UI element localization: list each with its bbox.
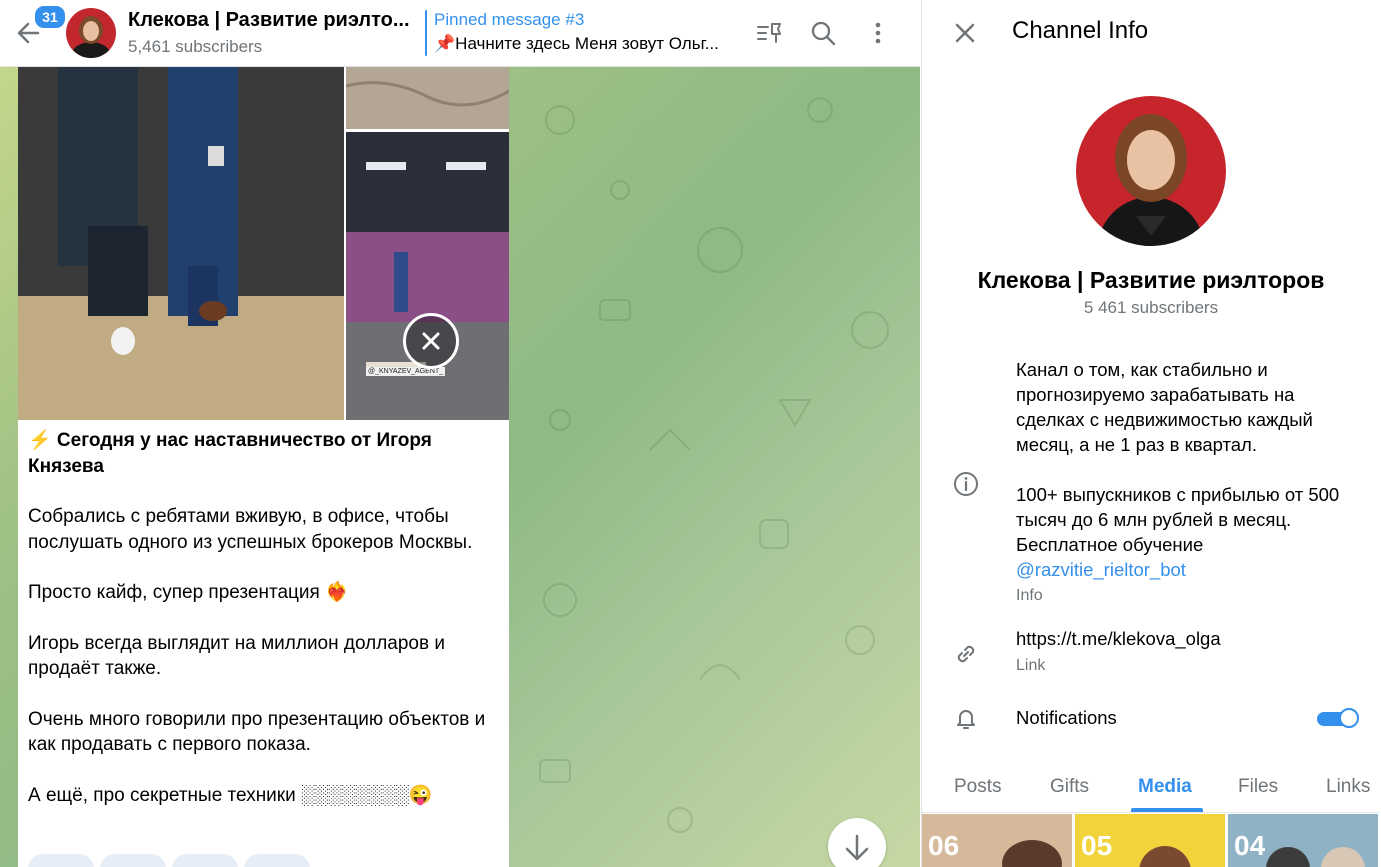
avatar-photo xyxy=(66,8,116,58)
panel-title: Channel Info xyxy=(1012,17,1149,44)
close-panel-button[interactable] xyxy=(950,18,980,48)
subscriber-count: 5,461 subscribers xyxy=(128,37,263,56)
thumbnail-number: 04 xyxy=(1234,830,1266,861)
media-thumbnail[interactable]: 05 xyxy=(1075,814,1225,867)
more-vertical-icon xyxy=(875,22,881,44)
reaction-chip[interactable] xyxy=(244,854,310,867)
link-label: Link xyxy=(1016,657,1046,674)
search-button[interactable] xyxy=(808,18,838,48)
photo-people-image xyxy=(18,66,344,420)
pinned-message-text[interactable]: 📌Начните здесь Меня зовут Ольг... xyxy=(434,34,734,54)
scroll-down-button[interactable] xyxy=(828,818,886,867)
channel-info-panel: Channel Info Клекова | Развитие риэлторо… xyxy=(921,0,1381,867)
channel-link[interactable]: https://t.me/klekova_olga xyxy=(1016,628,1221,650)
close-icon xyxy=(955,23,975,43)
toggle-knob xyxy=(1339,708,1359,728)
tab-posts[interactable]: Posts xyxy=(954,776,1002,798)
post-text: ⚡ Сегодня у нас наставничество от Игоря … xyxy=(28,428,498,833)
pinned-indicator xyxy=(425,10,427,56)
channel-post: @_KNYAZEV_AGENT_ ⚡ Сегодня у нас наставн… xyxy=(18,66,509,867)
channel-avatar[interactable] xyxy=(66,8,116,58)
info-label: Info xyxy=(1016,587,1043,604)
description-paragraph: 100+ выпускников с прибылью от 500 тысяч… xyxy=(1016,482,1366,582)
description-text: 100+ выпускников с прибылью от 500 тысяч… xyxy=(1016,484,1340,555)
post-paragraph: Просто кайф, супер презентация ❤️‍🔥 xyxy=(28,582,349,603)
channel-avatar-large[interactable] xyxy=(1076,96,1226,246)
reaction-chip[interactable] xyxy=(172,854,238,867)
arrow-down-icon xyxy=(845,834,869,861)
post-paragraph: Собрались с ребятами вживую, в офисе, чт… xyxy=(28,506,473,553)
pinned-list-button[interactable] xyxy=(754,18,784,48)
info-icon xyxy=(952,470,980,498)
avatar-photo xyxy=(1076,96,1226,246)
thumbnail-number: 05 xyxy=(1081,830,1113,861)
channel-title[interactable]: Клекова | Развитие риэлто... xyxy=(128,9,413,32)
bell-icon xyxy=(952,704,980,732)
media-thumbnail[interactable]: 04 xyxy=(1228,814,1378,867)
media-thumbnail[interactable]: 06 xyxy=(922,814,1072,867)
post-paragraph: Игорь всегда выглядит на миллион долларо… xyxy=(28,632,445,680)
photo-office-image xyxy=(346,132,509,420)
post-paragraph: А ещё, про секретные техники ░░░░░░░░😜 xyxy=(28,784,433,806)
thumbnail-number: 06 xyxy=(928,830,960,861)
notifications-label: Notifications xyxy=(1016,707,1117,728)
post-photo-floor[interactable] xyxy=(346,66,509,129)
reactions-row xyxy=(28,854,316,867)
description-paragraph: Канал о том, как стабильно и прогнозируе… xyxy=(1016,359,1313,455)
chat-area: @_KNYAZEV_AGENT_ ⚡ Сегодня у нас наставн… xyxy=(0,0,920,867)
tab-files[interactable]: Files xyxy=(1238,776,1278,798)
channel-subscribers: 5 461 subscribers xyxy=(1083,298,1219,317)
tab-media[interactable]: Media xyxy=(1138,776,1192,798)
post-video-office[interactable]: @_KNYAZEV_AGENT_ xyxy=(346,132,509,420)
media-tabs: Posts Gifts Media Files Links xyxy=(922,760,1380,813)
tab-gifts[interactable]: Gifts xyxy=(1050,776,1089,798)
active-tab-indicator xyxy=(1131,808,1203,812)
post-heading: ⚡ Сегодня у нас наставничество от Игоря … xyxy=(28,430,432,477)
chat-header: 31 Клекова | Развитие риэлто... 5,461 su… xyxy=(0,0,920,67)
unread-count-badge: 31 xyxy=(33,4,67,30)
reaction-chip[interactable] xyxy=(28,854,94,867)
cancel-download-button[interactable] xyxy=(403,313,459,369)
channel-name: Клекова | Развитие риэлторов xyxy=(977,267,1325,293)
post-paragraph: Очень много говорили про презентацию объ… xyxy=(28,708,486,756)
pin-list-icon xyxy=(757,23,781,43)
notifications-toggle[interactable] xyxy=(1315,707,1361,731)
channel-description[interactable]: Канал о том, как стабильно и прогнозируе… xyxy=(1016,357,1366,582)
bot-link[interactable]: @razvitie_rieltor_bot xyxy=(1016,559,1186,580)
photo-floor-image xyxy=(346,66,509,129)
search-icon xyxy=(811,21,836,46)
close-icon xyxy=(422,332,440,350)
link-icon xyxy=(952,640,980,668)
tab-links[interactable]: Links xyxy=(1326,776,1370,798)
more-menu-button[interactable] xyxy=(864,18,894,48)
post-photo-main[interactable] xyxy=(18,66,344,420)
reaction-chip[interactable] xyxy=(100,854,166,867)
pinned-message-title[interactable]: Pinned message #3 xyxy=(434,10,584,30)
